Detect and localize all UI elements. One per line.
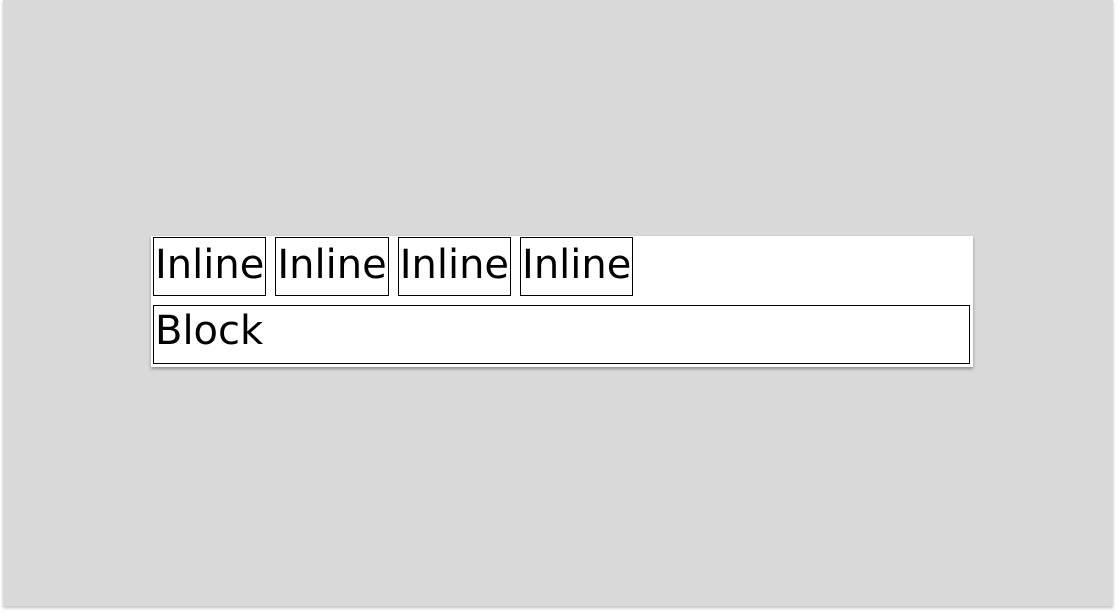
block-box: Block <box>153 305 970 364</box>
slide-canvas: Inline Inline Inline Inline Block <box>3 0 1113 606</box>
inline-box: Inline <box>275 237 389 296</box>
layout-demo-panel: Inline Inline Inline Inline Block <box>151 236 973 367</box>
inline-box: Inline <box>397 237 512 296</box>
inline-box: Inline <box>520 237 634 296</box>
inline-elements-row: Inline Inline Inline Inline <box>153 237 634 297</box>
inline-box: Inline <box>153 237 267 296</box>
